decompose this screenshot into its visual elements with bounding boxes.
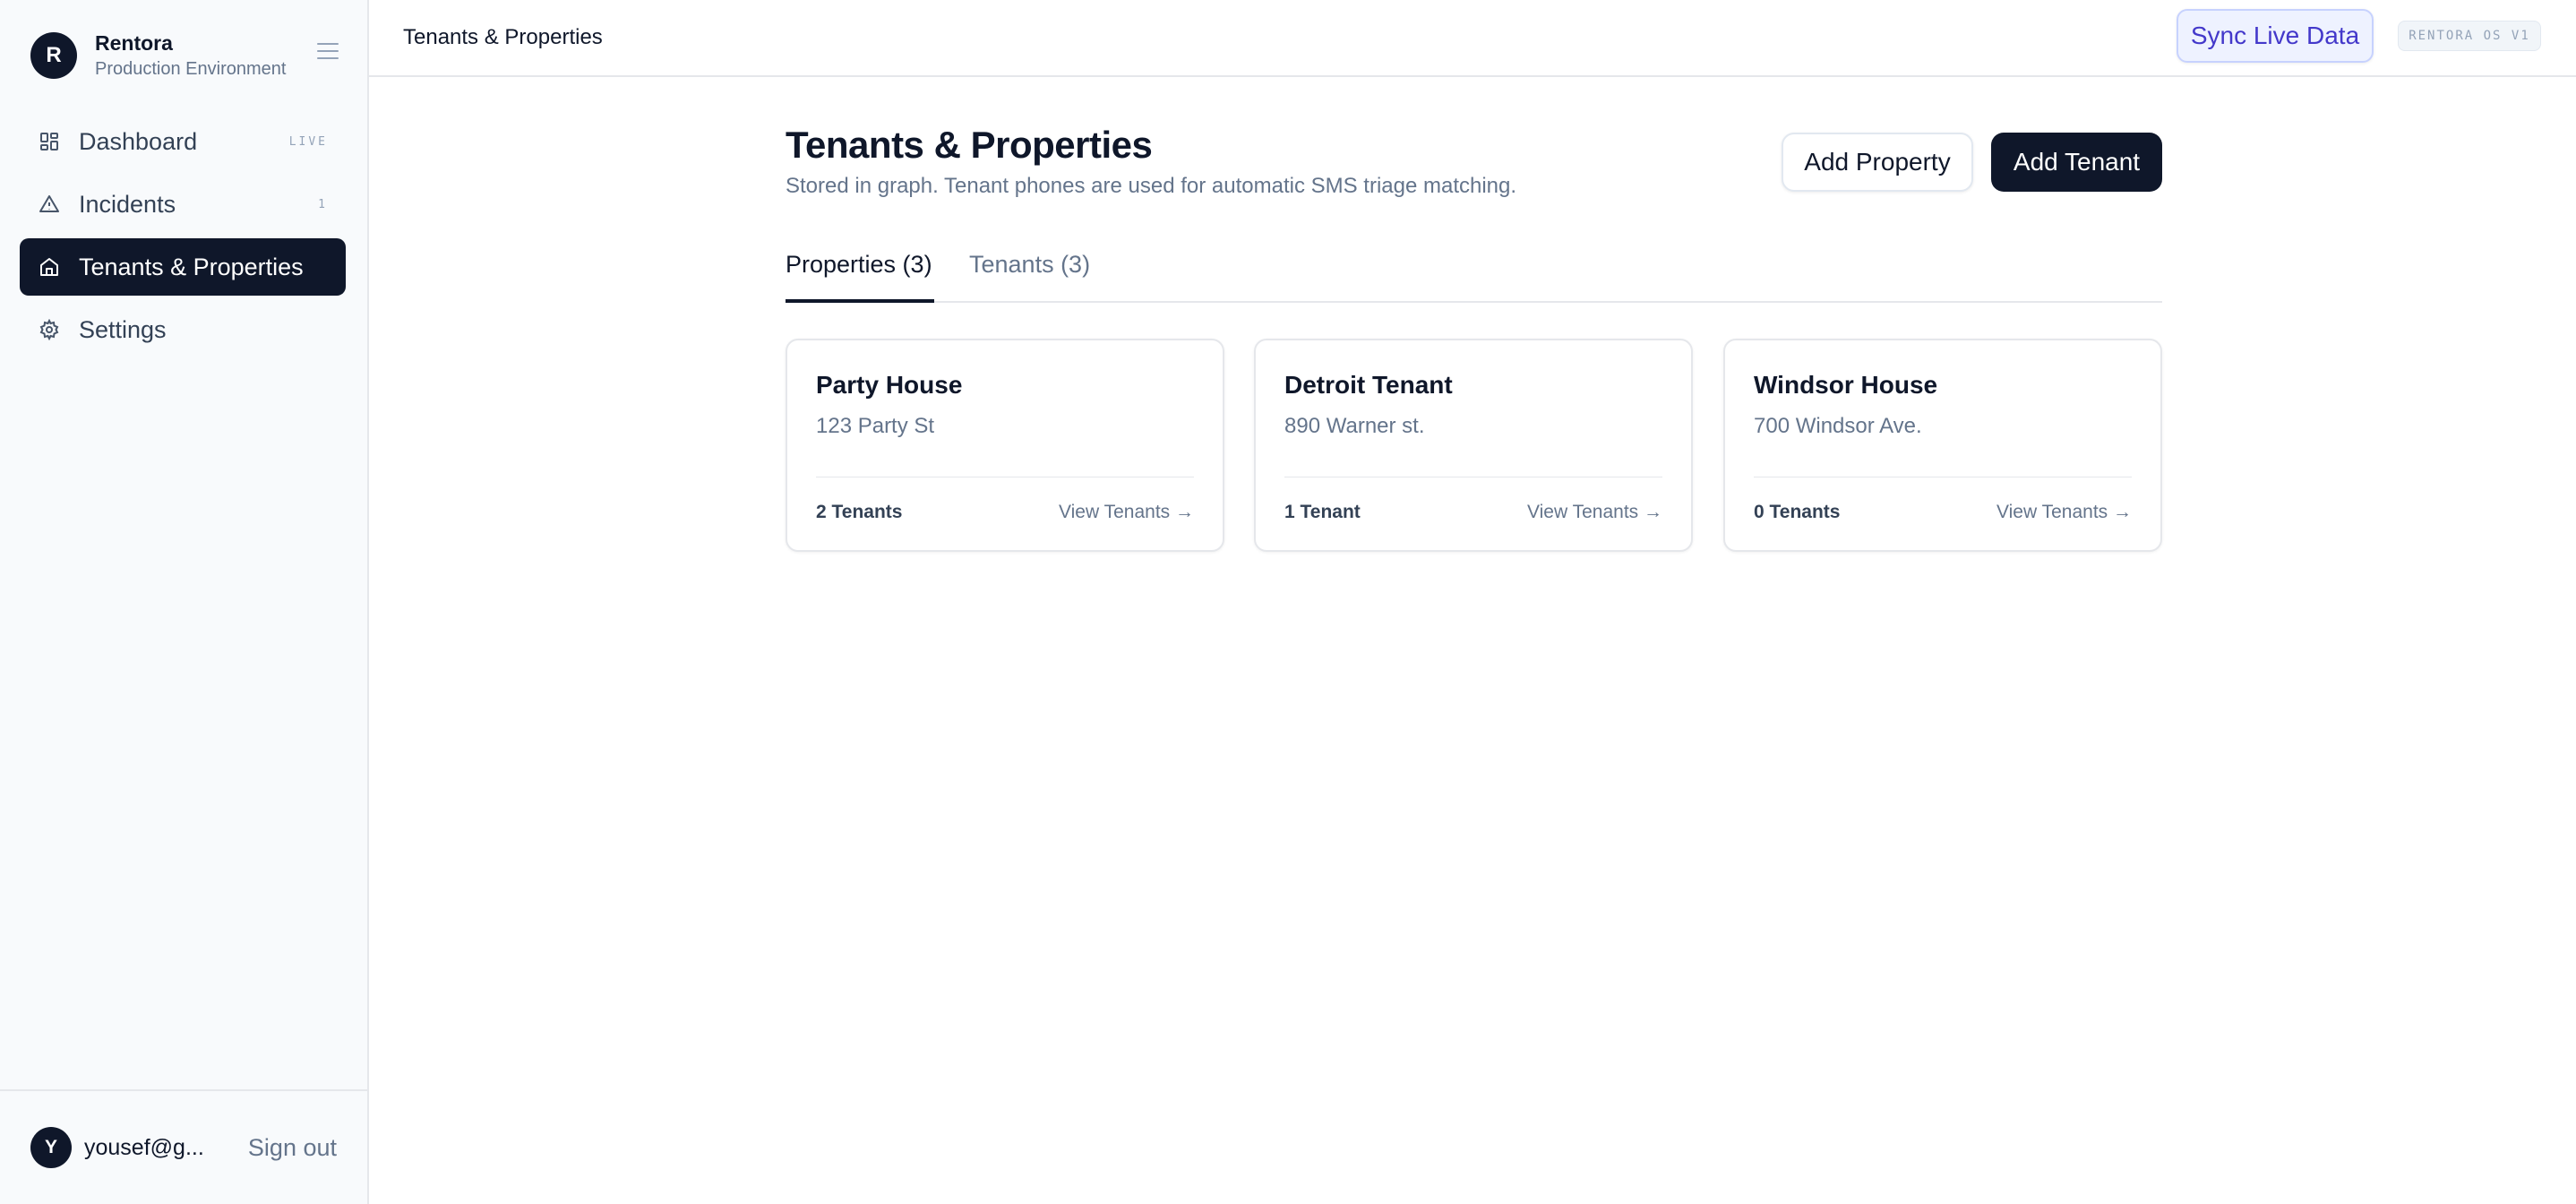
app-root: R Rentora Production Environment Dashboa… [0,0,2576,1204]
user-email: yousef@g... [84,1134,204,1160]
main-area: Tenants & Properties Sync Live Data RENT… [369,0,2576,1204]
warning-triangle-icon [38,193,61,216]
property-name: Party House [816,371,963,399]
property-address: 123 Party St [816,414,935,438]
sidebar-item-label: Dashboard [79,127,198,155]
sidebar-item-settings[interactable]: Settings [20,301,346,358]
tab-tenants[interactable]: Tenants (3) [969,247,1090,303]
page-subtitle: Stored in graph. Tenant phones are used … [786,174,1517,198]
user-bar: Y yousef@g... Sign out [0,1089,367,1204]
tabs: Properties (3) Tenants (3) [786,247,2162,303]
view-tenants-link[interactable]: View Tenants → [1059,502,1194,523]
breadcrumb: Tenants & Properties [403,25,603,49]
property-name: Windsor House [1754,371,1938,399]
sidebar-nav: Dashboard LIVE Incidents 1 Tenants & Pro… [20,113,346,364]
brand-name: Rentora [95,31,173,55]
property-card: Detroit Tenant 890 Warner st. 1 Tenant V… [1254,339,1693,552]
gear-icon [38,318,61,341]
add-property-button[interactable]: Add Property [1782,133,1973,192]
tenant-count: 1 Tenant [1284,502,1361,522]
version-badge: RENTORA OS V1 [2398,21,2541,51]
dashboard-grid-icon [38,130,61,153]
sidebar: R Rentora Production Environment Dashboa… [0,0,369,1204]
brand: R Rentora Production Environment [30,30,286,82]
sidebar-item-tenants-properties[interactable]: Tenants & Properties [20,238,346,296]
brand-text: Rentora Production Environment [95,30,286,82]
property-address: 700 Windsor Ave. [1754,414,1922,438]
avatar: Y [30,1127,72,1168]
home-icon [38,255,61,279]
property-address: 890 Warner st. [1284,414,1425,438]
tenant-count: 0 Tenants [1754,502,1841,522]
property-card: Windsor House 700 Windsor Ave. 0 Tenants… [1723,339,2162,552]
tenant-count: 2 Tenants [816,502,903,522]
sidebar-item-label: Settings [79,315,167,343]
incident-count-badge: 1 [318,197,328,211]
page-title: Tenants & Properties [786,124,1153,166]
topbar: Tenants & Properties Sync Live Data RENT… [369,0,2576,77]
sidebar-item-label: Tenants & Properties [79,253,304,280]
sidebar-item-incidents[interactable]: Incidents 1 [20,176,346,233]
add-tenant-button[interactable]: Add Tenant [1991,133,2162,192]
view-tenants-link[interactable]: View Tenants → [1527,502,1662,523]
environment-label: Production Environment [95,59,287,79]
property-card: Party House 123 Party St 2 Tenants View … [786,339,1224,552]
property-name: Detroit Tenant [1284,371,1453,399]
sidebar-item-dashboard[interactable]: Dashboard LIVE [20,113,346,170]
sign-out-button[interactable]: Sign out [248,1134,337,1162]
sidebar-item-label: Incidents [79,190,176,218]
menu-toggle-icon[interactable] [317,43,339,61]
view-tenants-link[interactable]: View Tenants → [1996,502,2132,523]
tab-properties[interactable]: Properties (3) [786,247,934,303]
sync-live-data-button[interactable]: Sync Live Data [2177,9,2374,63]
live-badge: LIVE [288,134,328,149]
brand-logo: R [30,32,77,79]
